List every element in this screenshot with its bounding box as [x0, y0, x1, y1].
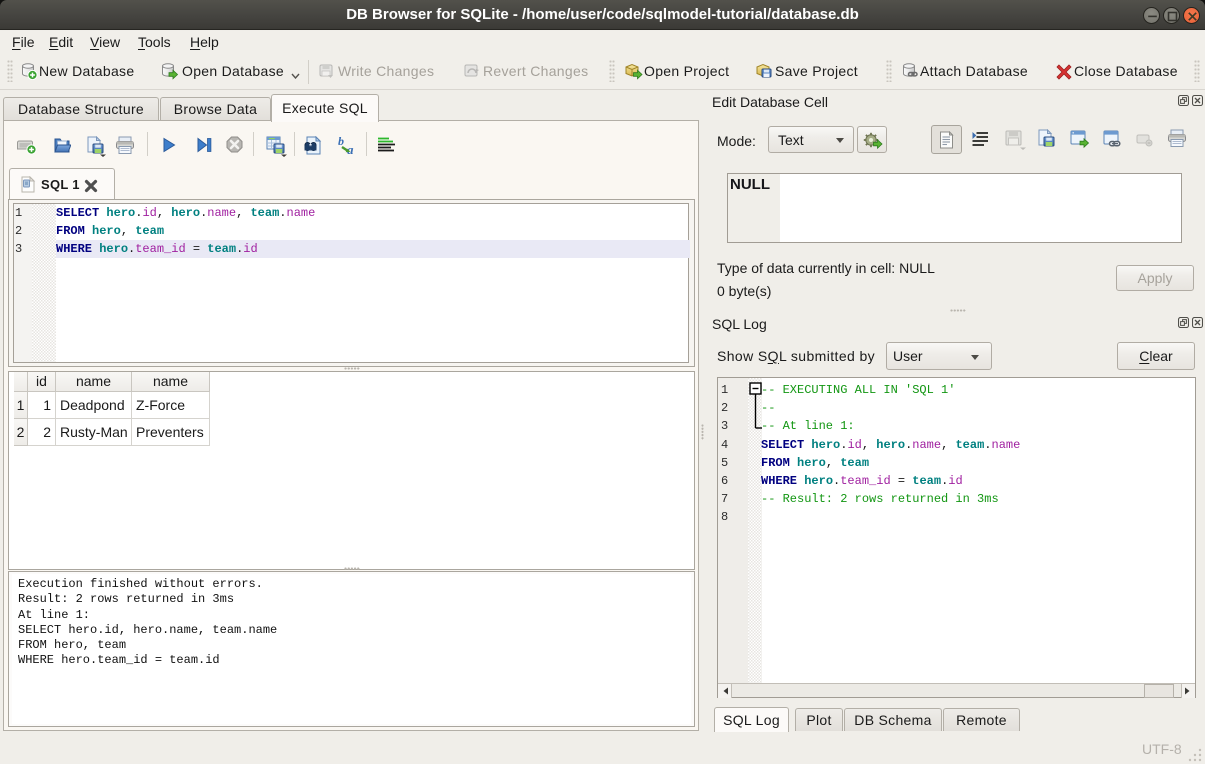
svg-text:a: a	[347, 142, 354, 156]
svg-text:b: b	[338, 135, 344, 148]
